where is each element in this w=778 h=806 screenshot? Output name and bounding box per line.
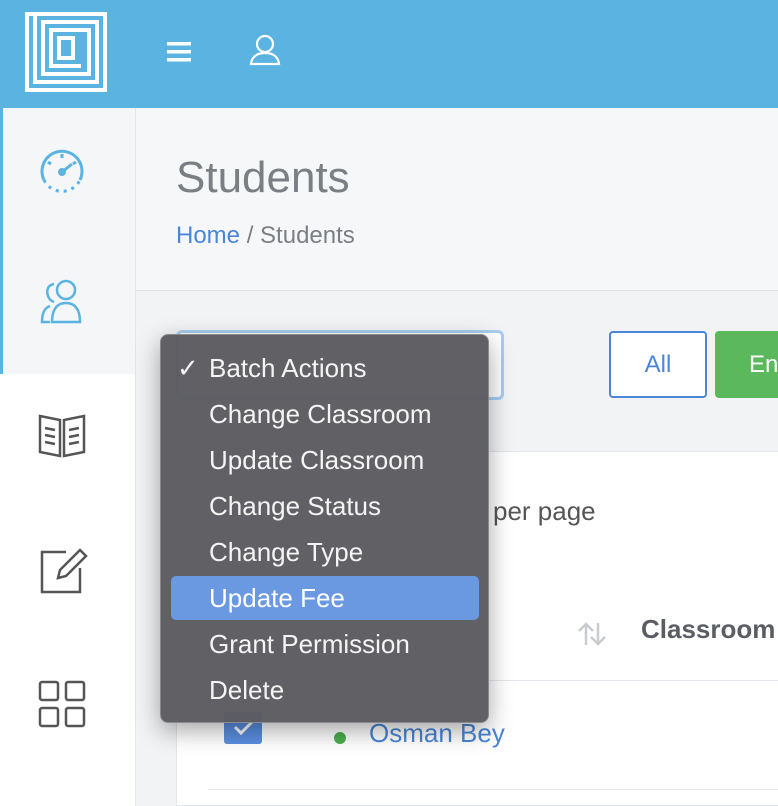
menu-item-update-classroom[interactable]: Update Classroom — [171, 438, 479, 482]
page-header: Students Home / Students — [136, 108, 778, 291]
hamburger-icon[interactable] — [165, 38, 193, 66]
menu-item-grant-permission[interactable]: Grant Permission — [171, 622, 479, 666]
column-header-classroom[interactable]: Classroom — [641, 614, 775, 645]
top-navbar — [0, 0, 778, 108]
table-divider — [208, 789, 778, 790]
checkmark-icon: ✓ — [177, 353, 199, 383]
filter-all-button[interactable]: All — [609, 331, 707, 398]
page-title: Students — [176, 153, 350, 202]
breadcrumb-home-link[interactable]: Home — [176, 222, 240, 249]
grid-icon[interactable] — [36, 678, 88, 730]
status-dot — [334, 732, 346, 744]
users-icon[interactable] — [36, 276, 88, 328]
menu-item-delete[interactable]: Delete — [171, 668, 479, 712]
edit-icon[interactable] — [36, 544, 88, 596]
sort-icon[interactable] — [575, 619, 609, 649]
filter-green-button[interactable]: En — [715, 331, 778, 398]
user-icon[interactable] — [248, 32, 282, 68]
menu-item-change-type[interactable]: Change Type — [171, 530, 479, 574]
menu-item-update-fee[interactable]: Update Fee — [171, 576, 479, 620]
menu-item-change-status[interactable]: Change Status — [171, 484, 479, 528]
sidebar — [0, 108, 136, 806]
breadcrumb-separator: / — [240, 222, 261, 249]
breadcrumb: Home / Students — [176, 222, 355, 250]
batch-actions-menu: ✓ Batch Actions Change Classroom Update … — [160, 334, 489, 723]
book-icon[interactable] — [36, 408, 88, 460]
per-page-label: per page — [493, 496, 596, 526]
maze-logo-icon[interactable] — [25, 12, 107, 92]
breadcrumb-current: Students — [260, 222, 355, 249]
speedometer-icon[interactable] — [36, 144, 88, 196]
menu-item-change-classroom[interactable]: Change Classroom — [171, 392, 479, 436]
menu-item-batch-actions[interactable]: ✓ Batch Actions — [171, 346, 479, 390]
